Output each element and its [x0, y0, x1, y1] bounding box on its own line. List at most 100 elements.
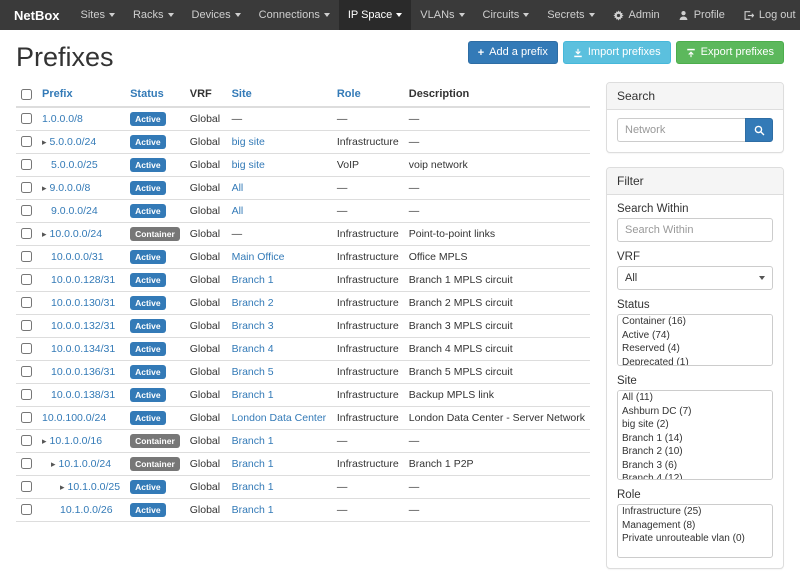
sort-link[interactable]: Status — [130, 88, 164, 100]
filter-option-branch-1-14[interactable]: Branch 1 (14) — [618, 432, 772, 446]
filter-option-ashburn-dc-7[interactable]: Ashburn DC (7) — [618, 405, 772, 419]
column-header-role[interactable]: Role — [332, 82, 404, 107]
prefix-link[interactable]: 10.0.0.128/31 — [51, 274, 115, 286]
row-checkbox[interactable] — [21, 366, 32, 377]
vrf-select[interactable]: All — [617, 266, 773, 290]
site-filter-list[interactable]: All (11)Ashburn DC (7)big site (2)Branch… — [617, 390, 773, 480]
nav-item-profile[interactable]: Profile — [669, 0, 734, 30]
row-checkbox[interactable] — [21, 136, 32, 147]
row-checkbox[interactable] — [21, 504, 32, 515]
nav-item-racks[interactable]: Racks — [124, 0, 183, 30]
row-checkbox[interactable] — [21, 435, 32, 446]
nav-item-secrets[interactable]: Secrets — [538, 0, 603, 30]
nav-item-circuits[interactable]: Circuits — [474, 0, 539, 30]
search-input[interactable] — [617, 118, 745, 142]
export-prefixes-button[interactable]: Export prefixes — [676, 41, 784, 64]
prefix-link[interactable]: 10.0.0.136/31 — [51, 366, 115, 378]
prefix-link[interactable]: 10.1.0.0/25 — [68, 481, 121, 493]
site-link[interactable]: Branch 2 — [232, 297, 274, 309]
row-checkbox[interactable] — [21, 251, 32, 262]
filter-option-active-74[interactable]: Active (74) — [618, 329, 772, 343]
sort-link[interactable]: Site — [232, 88, 252, 100]
row-checkbox[interactable] — [21, 343, 32, 354]
prefix-link[interactable]: 10.1.0.0/16 — [50, 435, 103, 447]
filter-option-branch-2-10[interactable]: Branch 2 (10) — [618, 445, 772, 459]
status-badge: Active — [130, 135, 166, 149]
nav-item-label: IP Space — [348, 9, 392, 21]
filter-option-container-16[interactable]: Container (16) — [618, 315, 772, 329]
filter-option-deprecated-1[interactable]: Deprecated (1) — [618, 356, 772, 367]
prefix-link[interactable]: 10.0.0.138/31 — [51, 389, 115, 401]
nav-item-ip-space[interactable]: IP Space — [339, 0, 411, 30]
site-link[interactable]: Branch 1 — [232, 458, 274, 470]
row-checkbox[interactable] — [21, 205, 32, 216]
filter-option-management-8[interactable]: Management (8) — [618, 519, 772, 533]
search-button[interactable] — [745, 118, 773, 142]
row-checkbox[interactable] — [21, 297, 32, 308]
site-link[interactable]: All — [232, 205, 244, 217]
prefix-link[interactable]: 10.0.100.0/24 — [42, 412, 106, 424]
prefix-link[interactable]: 10.0.0.0/31 — [51, 251, 104, 263]
select-all-checkbox[interactable] — [21, 89, 32, 100]
nav-item-vlans[interactable]: VLANs — [411, 0, 473, 30]
prefix-link[interactable]: 10.0.0.132/31 — [51, 320, 115, 332]
row-checkbox[interactable] — [21, 182, 32, 193]
filter-option-branch-4-12[interactable]: Branch 4 (12) — [618, 472, 772, 480]
filter-option-all-11[interactable]: All (11) — [618, 391, 772, 405]
add-prefix-button[interactable]: + Add a prefix — [468, 41, 558, 64]
sort-link[interactable]: Prefix — [42, 88, 73, 100]
site-link[interactable]: Branch 1 — [232, 435, 274, 447]
column-header-site[interactable]: Site — [227, 82, 332, 107]
filter-option-big-site-2[interactable]: big site (2) — [618, 418, 772, 432]
prefix-link[interactable]: 9.0.0.0/8 — [50, 182, 91, 194]
filter-option-reserved-4[interactable]: Reserved (4) — [618, 342, 772, 356]
import-prefixes-button[interactable]: Import prefixes — [563, 41, 671, 64]
site-link[interactable]: big site — [232, 136, 265, 148]
row-checkbox[interactable] — [21, 274, 32, 285]
column-header-prefix[interactable]: Prefix — [37, 82, 125, 107]
row-checkbox[interactable] — [21, 159, 32, 170]
prefix-link[interactable]: 9.0.0.0/24 — [51, 205, 98, 217]
row-checkbox[interactable] — [21, 228, 32, 239]
site-link[interactable]: Branch 1 — [232, 389, 274, 401]
prefix-link[interactable]: 10.1.0.0/26 — [60, 504, 113, 516]
prefix-link[interactable]: 10.0.0.130/31 — [51, 297, 115, 309]
search-within-input[interactable] — [617, 218, 773, 242]
site-link[interactable]: Branch 3 — [232, 320, 274, 332]
site-link[interactable]: Branch 1 — [232, 274, 274, 286]
nav-item-log-out[interactable]: Log out — [734, 0, 800, 30]
role-filter-list[interactable]: Infrastructure (25)Management (8)Private… — [617, 504, 773, 558]
site-link[interactable]: Branch 1 — [232, 481, 274, 493]
prefix-link[interactable]: 1.0.0.0/8 — [42, 113, 83, 125]
site-link[interactable]: Main Office — [232, 251, 285, 263]
row-checkbox[interactable] — [21, 320, 32, 331]
table-row: 1.0.0.0/8ActiveGlobal——— — [16, 107, 590, 131]
site-link[interactable]: All — [232, 182, 244, 194]
prefix-link[interactable]: 5.0.0.0/24 — [50, 136, 97, 148]
filter-option-private-unrouteable-vlan-0[interactable]: Private unrouteable vlan (0) — [618, 532, 772, 546]
filter-option-branch-3-6[interactable]: Branch 3 (6) — [618, 459, 772, 473]
prefix-link[interactable]: 10.0.0.134/31 — [51, 343, 115, 355]
site-link[interactable]: Branch 4 — [232, 343, 274, 355]
row-checkbox[interactable] — [21, 389, 32, 400]
row-checkbox[interactable] — [21, 412, 32, 423]
prefix-link[interactable]: 10.0.0.0/24 — [50, 228, 103, 240]
site-link[interactable]: big site — [232, 159, 265, 171]
nav-item-devices[interactable]: Devices — [183, 0, 250, 30]
status-filter-list[interactable]: Container (16)Active (74)Reserved (4)Dep… — [617, 314, 773, 366]
row-checkbox[interactable] — [21, 458, 32, 469]
filter-option-infrastructure-25[interactable]: Infrastructure (25) — [618, 505, 772, 519]
site-link[interactable]: Branch 1 — [232, 504, 274, 516]
row-checkbox[interactable] — [21, 113, 32, 124]
site-link[interactable]: Branch 5 — [232, 366, 274, 378]
column-header-status[interactable]: Status — [125, 82, 185, 107]
nav-item-admin[interactable]: Admin — [604, 0, 669, 30]
nav-item-sites[interactable]: Sites — [72, 0, 124, 30]
sort-link[interactable]: Role — [337, 88, 361, 100]
prefix-link[interactable]: 10.1.0.0/24 — [59, 458, 112, 470]
nav-item-connections[interactable]: Connections — [250, 0, 339, 30]
app-brand[interactable]: NetBox — [8, 0, 72, 30]
prefix-link[interactable]: 5.0.0.0/25 — [51, 159, 98, 171]
site-link[interactable]: London Data Center — [232, 412, 327, 424]
row-checkbox[interactable] — [21, 481, 32, 492]
